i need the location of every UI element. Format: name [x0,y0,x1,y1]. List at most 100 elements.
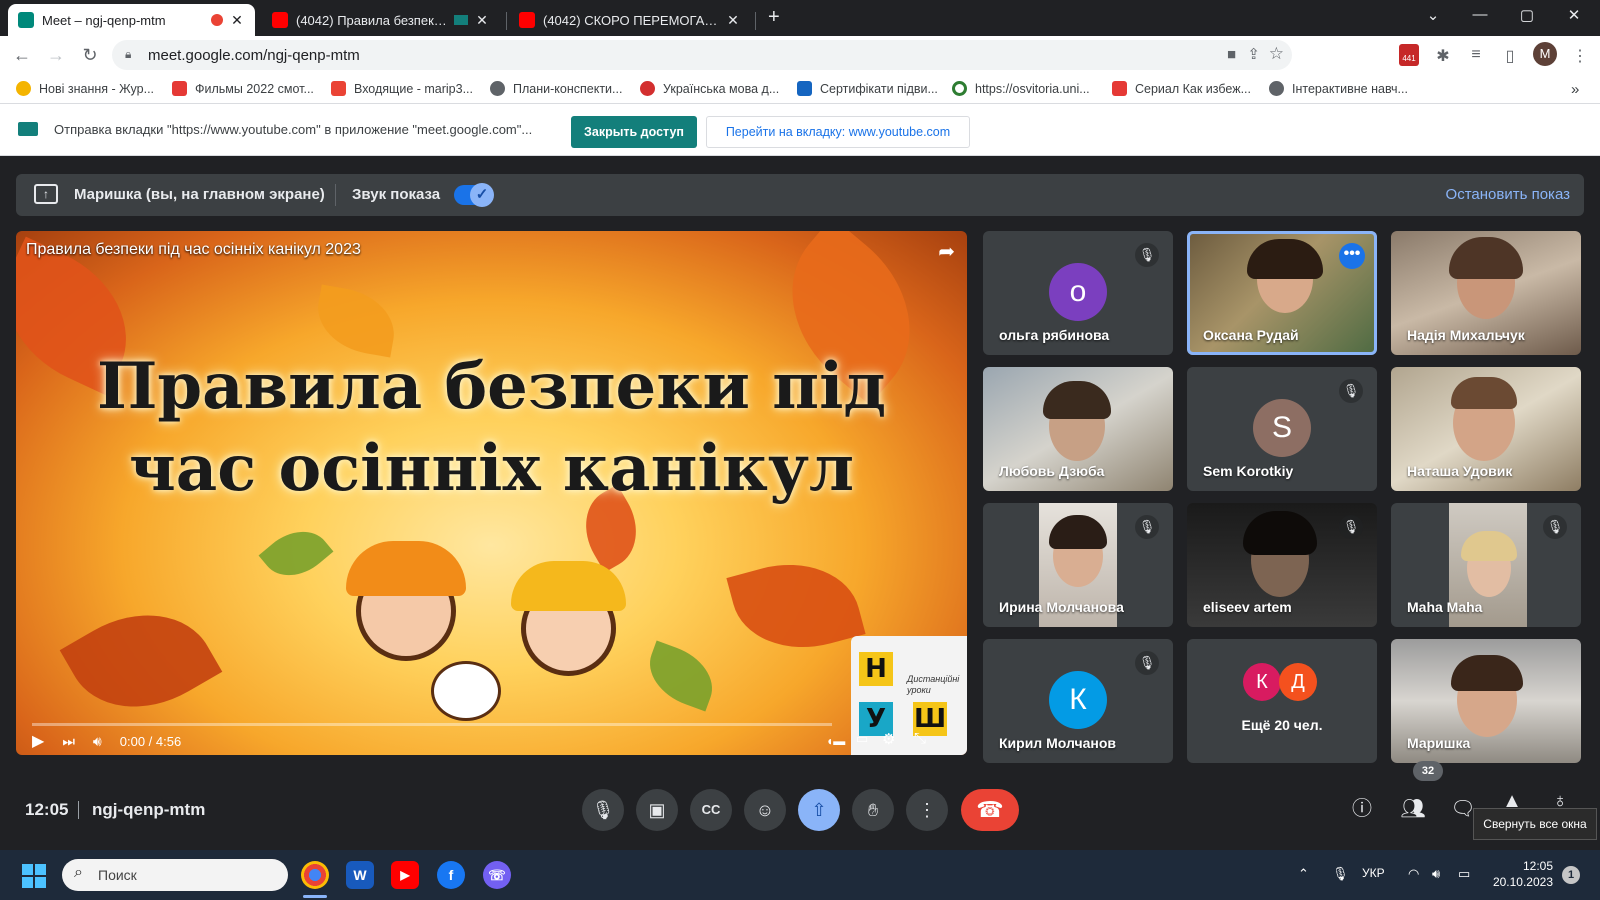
forward-icon[interactable]: → [44,44,68,66]
tab-divider [506,12,507,30]
close-window-icon[interactable]: ✕ [1551,6,1597,24]
bookmark-item[interactable]: Українська мова д... [640,81,779,96]
volume-icon[interactable]: 🔊︎ [93,733,102,750]
share-arrow-icon[interactable]: ➦ [938,239,955,264]
microphone-tray-icon[interactable]: 🎙︎ [1332,866,1349,882]
more-participants-tile[interactable]: К Д Ещё 20 чел. [1187,639,1377,763]
more-options-button[interactable]: ⋮ [906,789,948,831]
notification-badge[interactable]: 1 [1562,866,1580,884]
chrome-app-icon[interactable] [301,861,329,889]
book-icon [797,81,812,96]
emoji-reactions-button[interactable]: ☺ [744,789,786,831]
presented-video[interactable]: Правила безпеки під час осінніх канікул … [16,231,967,755]
youtube-app-icon[interactable]: ▶ [391,861,419,889]
windows-start-icon[interactable] [22,864,46,888]
tab-meet[interactable]: Meet – ngj-qenp-mtm ✕ [8,4,255,36]
participant-tile[interactable]: 🎙︎ Maha Maha [1391,503,1581,627]
bookmark-item[interactable]: https://osvitoria.uni... [952,81,1090,96]
address-bar[interactable]: 🔒︎ meet.google.com/ngj-qenp-mtm ■ ⇪ ☆ [112,40,1292,70]
close-tab-icon[interactable]: ✕ [474,12,490,29]
profile-avatar[interactable]: M [1533,42,1557,66]
switch-to-tab-button[interactable]: Перейти на вкладку: www.youtube.com [706,116,970,148]
participant-video-hair [1247,239,1323,279]
settings-gear-icon[interactable]: ⚙ [882,730,895,748]
more-bookmarks-icon[interactable]: » [1571,81,1579,98]
system-clock[interactable]: 12:05 20.10.2023 [1491,858,1553,890]
camera-in-use-icon[interactable]: ■ [1227,46,1236,63]
bookmark-star-icon[interactable]: ☆ [1269,44,1284,64]
media-control-icon[interactable]: ≡ [1466,46,1486,64]
leave-call-button[interactable]: ☎︎ [961,789,1019,831]
extension-calendar-icon[interactable]: 441 [1399,44,1419,66]
close-tab-icon[interactable]: ✕ [229,12,245,29]
bookmark-label: Сертифікати підви... [820,81,938,96]
viber-app-icon[interactable]: ☏ [483,861,511,889]
maximize-icon[interactable]: ▢ [1504,6,1550,24]
participant-avatar: К [1243,663,1281,701]
participant-tile[interactable]: о 🎙︎ ольга рябинова [983,231,1173,355]
tab-sharing-infobar: Отправка вкладки "https://www.youtube.co… [0,104,1600,156]
volume-tray-icon[interactable]: 🔊︎ [1432,866,1440,882]
exit-fullscreen-icon[interactable]: ⤡ [914,730,926,747]
microphone-button[interactable]: 🎙︎ [582,789,624,831]
word-app-icon[interactable]: W [346,861,374,889]
facebook-app-icon[interactable]: f [437,861,465,889]
raise-hand-button[interactable]: ✋︎ [852,789,894,831]
close-tab-icon[interactable]: ✕ [725,12,741,29]
tab-youtube-2[interactable]: (4042) СКОРО ПЕРЕМОГА (danc ✕ [509,4,751,36]
share-page-icon[interactable]: ⇪ [1247,45,1260,63]
divider [335,184,336,206]
present-screen-button[interactable]: ⇧ [798,789,840,831]
meeting-details-icon[interactable]: ⓘ [1342,789,1382,829]
participant-tile[interactable]: 🎙︎ eliseev artem [1187,503,1377,627]
participant-name: Наташа Удовик [1407,463,1513,479]
stop-sharing-button[interactable]: Закрыть доступ [571,116,697,148]
video-progress-bar[interactable] [32,723,832,726]
tab-youtube-1[interactable]: (4042) Правила безпеки п ✕ [262,4,500,36]
participant-tile[interactable]: 🎙︎ Ирина Молчанова [983,503,1173,627]
url-text[interactable]: meet.google.com/ngj-qenp-mtm [148,47,360,64]
autoplay-toggle[interactable]: ◖▬ [826,734,845,748]
reload-icon[interactable]: ↻ [78,44,102,66]
participant-tile[interactable]: Надія Михальчук [1391,231,1581,355]
participant-tile[interactable]: К 🎙︎ Кирил Молчанов [983,639,1173,763]
stop-presenting-button[interactable]: Остановить показ [1446,186,1570,203]
participant-tile-speaking[interactable]: ••• Оксана Рудай [1187,231,1377,355]
participant-tile[interactable]: Любовь Дзюба [983,367,1173,491]
play-icon[interactable]: ▶ [32,731,44,751]
show-hidden-icons[interactable]: ⌃ [1298,866,1309,882]
bookmark-item[interactable]: Інтерактивне навч... [1269,81,1408,96]
bookmark-item[interactable]: Нові знання - Жур... [16,81,154,96]
share-screen-icon [18,122,38,136]
subtitles-icon[interactable]: ▭ [856,731,868,747]
bookmark-item[interactable]: Сертифікати підви... [797,81,938,96]
leaf-decoration [639,640,723,712]
participant-tile-self[interactable]: Маришка [1391,639,1581,763]
cartoon-dog [431,661,501,721]
captions-button[interactable]: CC [690,789,732,831]
minimize-icon[interactable]: — [1457,6,1503,23]
taskbar-search[interactable]: ⌕ Поиск [62,859,288,891]
people-icon[interactable]: 👥︎ [1393,789,1433,829]
bookmark-item[interactable]: Входящие - marip3... [331,81,473,96]
share-audio-toggle[interactable]: ✓ [454,183,494,207]
side-panel-icon[interactable]: ▯ [1500,46,1520,66]
bookmark-item[interactable]: Плани-конспекти... [490,81,622,96]
extension-badge: 441 [1402,54,1416,63]
bookmark-item[interactable]: Фильмы 2022 смот... [172,81,314,96]
participant-tile[interactable]: S 🎙︎ Sem Korotkiy [1187,367,1377,491]
meet-favicon-icon [18,12,34,28]
next-icon[interactable]: ⏭ [62,733,75,750]
bookmark-item[interactable]: Сериал Как избеж... [1112,81,1251,96]
battery-icon[interactable]: ▭ [1458,866,1470,882]
back-icon[interactable]: ← [10,44,34,66]
camera-button[interactable]: ▣ [636,789,678,831]
chrome-menu-icon[interactable]: ⋮ [1570,46,1590,66]
wifi-icon[interactable]: ◠ [1408,866,1419,882]
tab-search-icon[interactable]: ⌄ [1410,6,1456,24]
keyboard-language[interactable]: УКР [1362,866,1385,880]
extensions-puzzle-icon[interactable]: ✱ [1433,46,1453,66]
more-options-icon[interactable]: ••• [1339,243,1365,269]
participant-tile[interactable]: Наташа Удовик [1391,367,1581,491]
new-tab-icon[interactable]: + [768,6,780,29]
